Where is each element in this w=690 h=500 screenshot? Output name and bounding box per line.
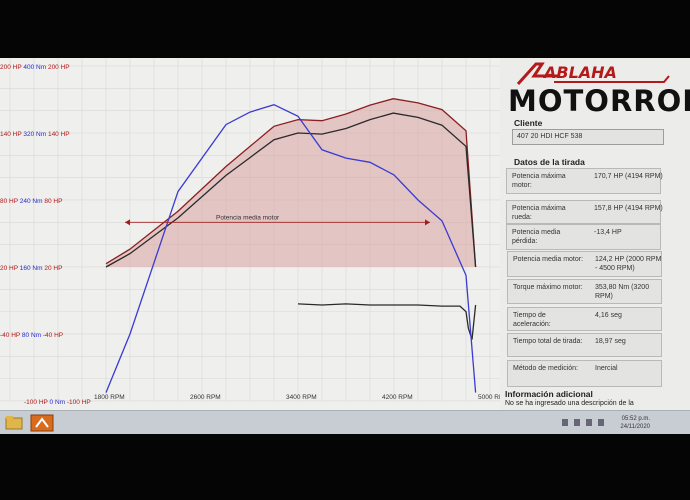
- run-data-title: Datos de la tirada: [514, 157, 585, 167]
- y-tick-nm: 320 Nm: [23, 131, 48, 138]
- run-data-value: 353,80 Nm (3200 RPM): [595, 284, 650, 300]
- y-tick-hp2: 80 HP: [44, 198, 62, 205]
- y-tick-label: -40 HP 80 Nm -40 HP: [0, 332, 63, 339]
- results-panel: ABLAHA MOTORROLL Cliente 407 20 HDI HCF …: [500, 58, 690, 410]
- run-data-row: Potencia media motor: 124,2 HP (2000 RPM …: [507, 251, 662, 277]
- run-data-label: Potencia media pérdida:: [512, 229, 561, 245]
- run-data-row: Tiempo total de tirada: 18,97 seg: [507, 333, 662, 357]
- screen: 200 HP 400 Nm 200 HP 140 HP 320 Nm 140 HP…: [0, 58, 690, 434]
- network-icon[interactable]: [574, 419, 580, 426]
- volume-icon[interactable]: [586, 419, 592, 426]
- y-tick-nm: 160 Nm: [20, 265, 45, 272]
- run-data-label: Potencia media motor:: [513, 256, 584, 263]
- run-data-label: Método de medición:: [513, 365, 578, 372]
- y-tick-nm: 400 Nm: [23, 64, 48, 71]
- run-data-label: Tiempo de aceleración:: [513, 312, 551, 328]
- y-tick-hp2: 140 HP: [48, 131, 70, 138]
- battery-icon[interactable]: [598, 419, 604, 426]
- run-data-value: 170,7 HP (4194 RPM): [594, 173, 663, 180]
- run-data-value: Inercial: [595, 365, 618, 372]
- y-tick-hp2: -100 HP: [67, 399, 91, 406]
- run-data-row: Potencia media pérdida: -13,4 HP: [506, 224, 661, 250]
- run-data-value: 157,8 HP (4194 RPM): [594, 205, 663, 212]
- additional-info-title: Información adicional: [505, 389, 593, 399]
- x-tick-label: 4200 RPM: [382, 394, 413, 401]
- y-tick-nm: 240 Nm: [20, 198, 45, 205]
- client-field[interactable]: 407 20 HDI HCF 538: [512, 129, 664, 145]
- clock-time: 05:52 p.m.: [621, 416, 650, 422]
- x-tick-label: 1800 RPM: [94, 394, 125, 401]
- y-tick-hp: -40 HP: [0, 332, 22, 339]
- run-data-label: Tiempo total de tirada:: [513, 338, 583, 345]
- run-data-row: Potencia máxima rueda: 157,8 HP (4194 RPM…: [506, 200, 663, 224]
- logo-text: ABLAHA: [542, 63, 617, 82]
- y-tick-hp2: 20 HP: [44, 265, 62, 272]
- taskbar: 05:52 p.m. 24/11/2020: [0, 410, 690, 434]
- y-tick-hp2: 200 HP: [48, 64, 70, 71]
- dyno-chart: 200 HP 400 Nm 200 HP 140 HP 320 Nm 140 HP…: [0, 58, 500, 410]
- x-tick-label: 3400 RPM: [286, 394, 317, 401]
- app-taskbar-button[interactable]: [30, 414, 54, 432]
- y-tick-label: -100 HP 0 Nm -100 HP: [24, 399, 91, 406]
- y-tick-label: 80 HP 240 Nm 80 HP: [0, 198, 62, 205]
- average-band-label: Potencia media motor: [216, 214, 280, 221]
- y-tick-hp: 200 HP: [0, 64, 23, 71]
- y-tick-hp: -100 HP: [24, 399, 50, 406]
- run-data-row: Tiempo de aceleración: 4,16 seg: [507, 307, 662, 331]
- flag-icon[interactable]: [562, 419, 568, 426]
- y-tick-hp: 20 HP: [0, 265, 20, 272]
- y-tick-label: 20 HP 160 Nm 20 HP: [0, 265, 62, 272]
- y-tick-hp: 80 HP: [0, 198, 20, 205]
- run-data-row: Método de medición: Inercial: [507, 360, 662, 387]
- clock-date: 24/11/2020: [620, 424, 650, 430]
- client-label: Cliente: [514, 118, 543, 128]
- run-data-value: 124,2 HP (2000 RPM - 4500 RPM): [595, 256, 662, 272]
- y-tick-hp: 140 HP: [0, 131, 23, 138]
- taskbar-clock[interactable]: 05:52 p.m. 24/11/2020: [620, 415, 650, 431]
- y-tick-hp2: -40 HP: [43, 332, 63, 339]
- run-data-row: Torque máximo motor: 353,80 Nm (3200 RPM): [507, 279, 662, 304]
- run-data-row: Potencia máxima motor: 170,7 HP (4194 RPM…: [506, 168, 663, 194]
- run-data-value: 4,16 seg: [595, 312, 622, 319]
- y-tick-nm: 0 Nm: [50, 399, 67, 406]
- run-data-label: Torque máximo motor:: [513, 284, 583, 291]
- x-tick-label: 5000 RPM motor: [478, 394, 500, 401]
- run-data-value: -13,4 HP: [594, 229, 622, 236]
- brand-title: MOTORROLL: [508, 84, 690, 118]
- x-tick-label: 2600 RPM: [190, 394, 221, 401]
- y-tick-nm: 80 Nm: [22, 332, 43, 339]
- run-data-label: Potencia máxima motor:: [512, 173, 566, 189]
- run-data-value: 18,97 seg: [595, 338, 626, 345]
- run-data-label: Potencia máxima rueda:: [512, 205, 566, 221]
- y-tick-label: 200 HP 400 Nm 200 HP: [0, 64, 70, 71]
- y-tick-label: 140 HP 320 Nm 140 HP: [0, 131, 70, 138]
- folder-icon[interactable]: [4, 414, 24, 432]
- additional-info-text: No se ha ingresado una descripción de la: [505, 400, 634, 407]
